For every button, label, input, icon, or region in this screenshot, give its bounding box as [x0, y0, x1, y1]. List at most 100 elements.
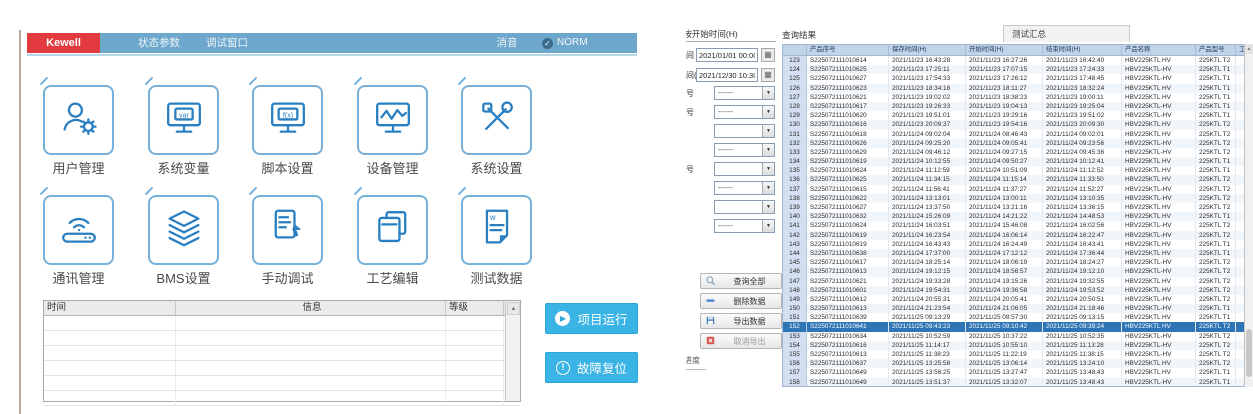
log-table-row[interactable]: [44, 391, 520, 406]
chevron-down-icon[interactable]: ▼: [762, 144, 774, 156]
table-row[interactable]: 126S2250721110106232021/11/23 18:34:1820…: [783, 84, 1252, 93]
mute-button[interactable]: 消音: [490, 33, 524, 53]
button-export[interactable]: 导出数据: [700, 313, 782, 329]
tile-monitor-var[interactable]: var: [148, 85, 219, 155]
chevron-down-icon[interactable]: ▼: [762, 125, 774, 137]
filter-dropdown[interactable]: ▼: [714, 200, 775, 214]
cell: 2021/11/24 19:36:58: [966, 286, 1043, 295]
table-row[interactable]: 145S2250721110106172021/11/24 18:25:1420…: [783, 258, 1252, 267]
tile-tools[interactable]: [461, 85, 532, 155]
end-time-input[interactable]: [696, 68, 758, 82]
button-minus[interactable]: 删除数据: [700, 293, 782, 309]
tile-doc-hand[interactable]: [252, 195, 323, 265]
table-row[interactable]: 128S2250721110106172021/11/23 19:26:3320…: [783, 102, 1252, 111]
table-row[interactable]: 142S2250721110106192021/11/24 16:23:5420…: [783, 231, 1252, 240]
table-row[interactable]: 151S2250721110106392021/11/25 09:13:2920…: [783, 313, 1252, 322]
table-row[interactable]: 143S2250721110106192021/11/24 16:43:4320…: [783, 240, 1252, 249]
cell: 129: [783, 111, 807, 120]
table-row[interactable]: 132S2250721110106262021/11/24 09:25:2020…: [783, 139, 1252, 148]
scroll-up-icon[interactable]: ▲: [1245, 44, 1253, 54]
cell: 150: [783, 304, 807, 313]
table-row[interactable]: 149S2250721110106122021/11/24 20:55:3120…: [783, 295, 1252, 304]
log-table-row[interactable]: [44, 376, 520, 391]
tab-debug-window[interactable]: 调试窗口: [196, 33, 258, 53]
cell: HBV225KTL-HV: [1122, 148, 1196, 157]
cell: 132: [783, 139, 807, 148]
cell: 127: [783, 93, 807, 102]
log-table-row[interactable]: [44, 361, 520, 376]
table-row[interactable]: 124S2250721110106252021/11/23 17:25:1120…: [783, 65, 1252, 74]
table-row[interactable]: 130S2250721110106162021/11/23 20:09:3720…: [783, 120, 1252, 129]
table-row[interactable]: 137S2250721110106152021/11/24 11:56:4120…: [783, 185, 1252, 194]
button-search[interactable]: 查询全部: [700, 273, 782, 289]
tab-test-summary[interactable]: 测试汇总: [1003, 25, 1130, 42]
filter-dropdown[interactable]: ------▼: [714, 219, 775, 233]
table-row[interactable]: 129S2250721110106202021/11/23 19:51:0120…: [783, 111, 1252, 120]
chevron-down-icon[interactable]: ▼: [762, 163, 774, 175]
calendar-icon[interactable]: ▦: [761, 48, 775, 62]
tile-doc-report[interactable]: w: [461, 195, 532, 265]
table-row[interactable]: 133S2250721110106292021/11/24 09:46:1220…: [783, 148, 1252, 157]
tile-layers[interactable]: [148, 195, 219, 265]
brand-tab-kewell[interactable]: Kewell: [27, 33, 100, 53]
log-table-row[interactable]: [44, 331, 520, 346]
results-table-scrollbar[interactable]: ▲: [1244, 44, 1253, 387]
start-time-input[interactable]: [696, 48, 758, 62]
table-row[interactable]: 127S2250721110106212021/11/23 19:02:0220…: [783, 93, 1252, 102]
table-row[interactable]: 147S2250721110106212021/11/24 19:33:2820…: [783, 277, 1252, 286]
cell: 124: [783, 65, 807, 74]
chevron-down-icon[interactable]: ▼: [762, 87, 774, 99]
table-row[interactable]: 125S2250721110106272021/11/23 17:54:3320…: [783, 74, 1252, 83]
table-row[interactable]: 150S2250721110106132021/11/24 21:23:5420…: [783, 304, 1252, 313]
table-row[interactable]: 136S2250721110106252021/11/24 11:34:1520…: [783, 175, 1252, 184]
table-row[interactable]: 157S2250721110106492021/11/25 13:56:2520…: [783, 368, 1252, 377]
table-row[interactable]: 153S2250721110106342021/11/25 10:52:5920…: [783, 332, 1252, 341]
log-table-row[interactable]: [44, 316, 520, 331]
table-row[interactable]: 131S2250721110106182021/11/24 09:02:0420…: [783, 130, 1252, 139]
table-row[interactable]: 135S2250721110106242021/11/24 11:12:5920…: [783, 166, 1252, 175]
table-row[interactable]: 146S2250721110106132021/11/24 19:12:1520…: [783, 267, 1252, 276]
table-row[interactable]: 154S2250721110106162021/11/25 11:14:1720…: [783, 341, 1252, 350]
log-table-scrollbar[interactable]: ▲: [505, 301, 520, 401]
project-run-button[interactable]: ▶ 项目运行: [545, 303, 638, 334]
table-row[interactable]: 144S2250721110106382021/11/24 17:37:0020…: [783, 249, 1252, 258]
tile-folders[interactable]: [357, 195, 428, 265]
table-row[interactable]: 140S2250721110106322021/11/24 15:26:0920…: [783, 212, 1252, 221]
chevron-down-icon[interactable]: ▼: [762, 106, 774, 118]
table-row[interactable]: 152S2250721110106412021/11/25 09:43:2320…: [783, 322, 1252, 331]
filter-dropdown[interactable]: ▼: [714, 162, 775, 176]
table-row[interactable]: 139S2250721110106272021/11/24 13:37:5020…: [783, 203, 1252, 212]
log-cell: [176, 361, 446, 375]
filter-dropdown[interactable]: ------▼: [714, 181, 775, 195]
cell: 225KTL T1: [1196, 304, 1236, 313]
chevron-down-icon[interactable]: ▼: [762, 201, 774, 213]
table-row[interactable]: 155S2250721110106132021/11/25 11:38:2320…: [783, 350, 1252, 359]
table-row[interactable]: 148S2250721110106012021/11/24 19:54:3120…: [783, 286, 1252, 295]
tile-router-wifi[interactable]: [43, 195, 114, 265]
table-row[interactable]: 134S2250721110106192021/11/24 10:12:5520…: [783, 157, 1252, 166]
table-row[interactable]: 158S2250721110106492021/11/25 13:51:3720…: [783, 378, 1252, 387]
chevron-down-icon[interactable]: ▼: [762, 220, 774, 232]
status-check-icon: ✓: [542, 38, 553, 49]
filter-dropdown[interactable]: ▼: [714, 124, 775, 138]
tile-user-gear[interactable]: [43, 85, 114, 155]
fault-reset-button[interactable]: ! 故障复位: [545, 352, 638, 383]
filter-dropdown[interactable]: ------▼: [714, 105, 775, 119]
log-table-row[interactable]: [44, 346, 520, 361]
scroll-thumb[interactable]: [1246, 329, 1252, 377]
button-cancel[interactable]: 取消导出: [700, 333, 782, 349]
tab-status-params[interactable]: 状态参数: [128, 33, 190, 53]
scroll-up-icon[interactable]: ▲: [507, 302, 520, 315]
table-row[interactable]: 141S2250721110106242021/11/24 16:03:5120…: [783, 221, 1252, 230]
cell: 225KTL T2: [1196, 130, 1236, 139]
filter-dropdown[interactable]: ------▼: [714, 86, 775, 100]
cell: 225KTL T2: [1196, 231, 1236, 240]
tile-monitor-wave[interactable]: [357, 85, 428, 155]
chevron-down-icon[interactable]: ▼: [762, 182, 774, 194]
tile-monitor-fx[interactable]: f(x): [252, 85, 323, 155]
calendar-icon[interactable]: ▦: [761, 68, 775, 82]
table-row[interactable]: 123S2250721110106142021/11/23 16:43:2820…: [783, 56, 1252, 65]
table-row[interactable]: 138S2250721110106222021/11/24 13:13:0120…: [783, 194, 1252, 203]
filter-dropdown[interactable]: ------▼: [714, 143, 775, 157]
table-row[interactable]: 156S2250721110106372021/11/25 13:25:5820…: [783, 359, 1252, 368]
